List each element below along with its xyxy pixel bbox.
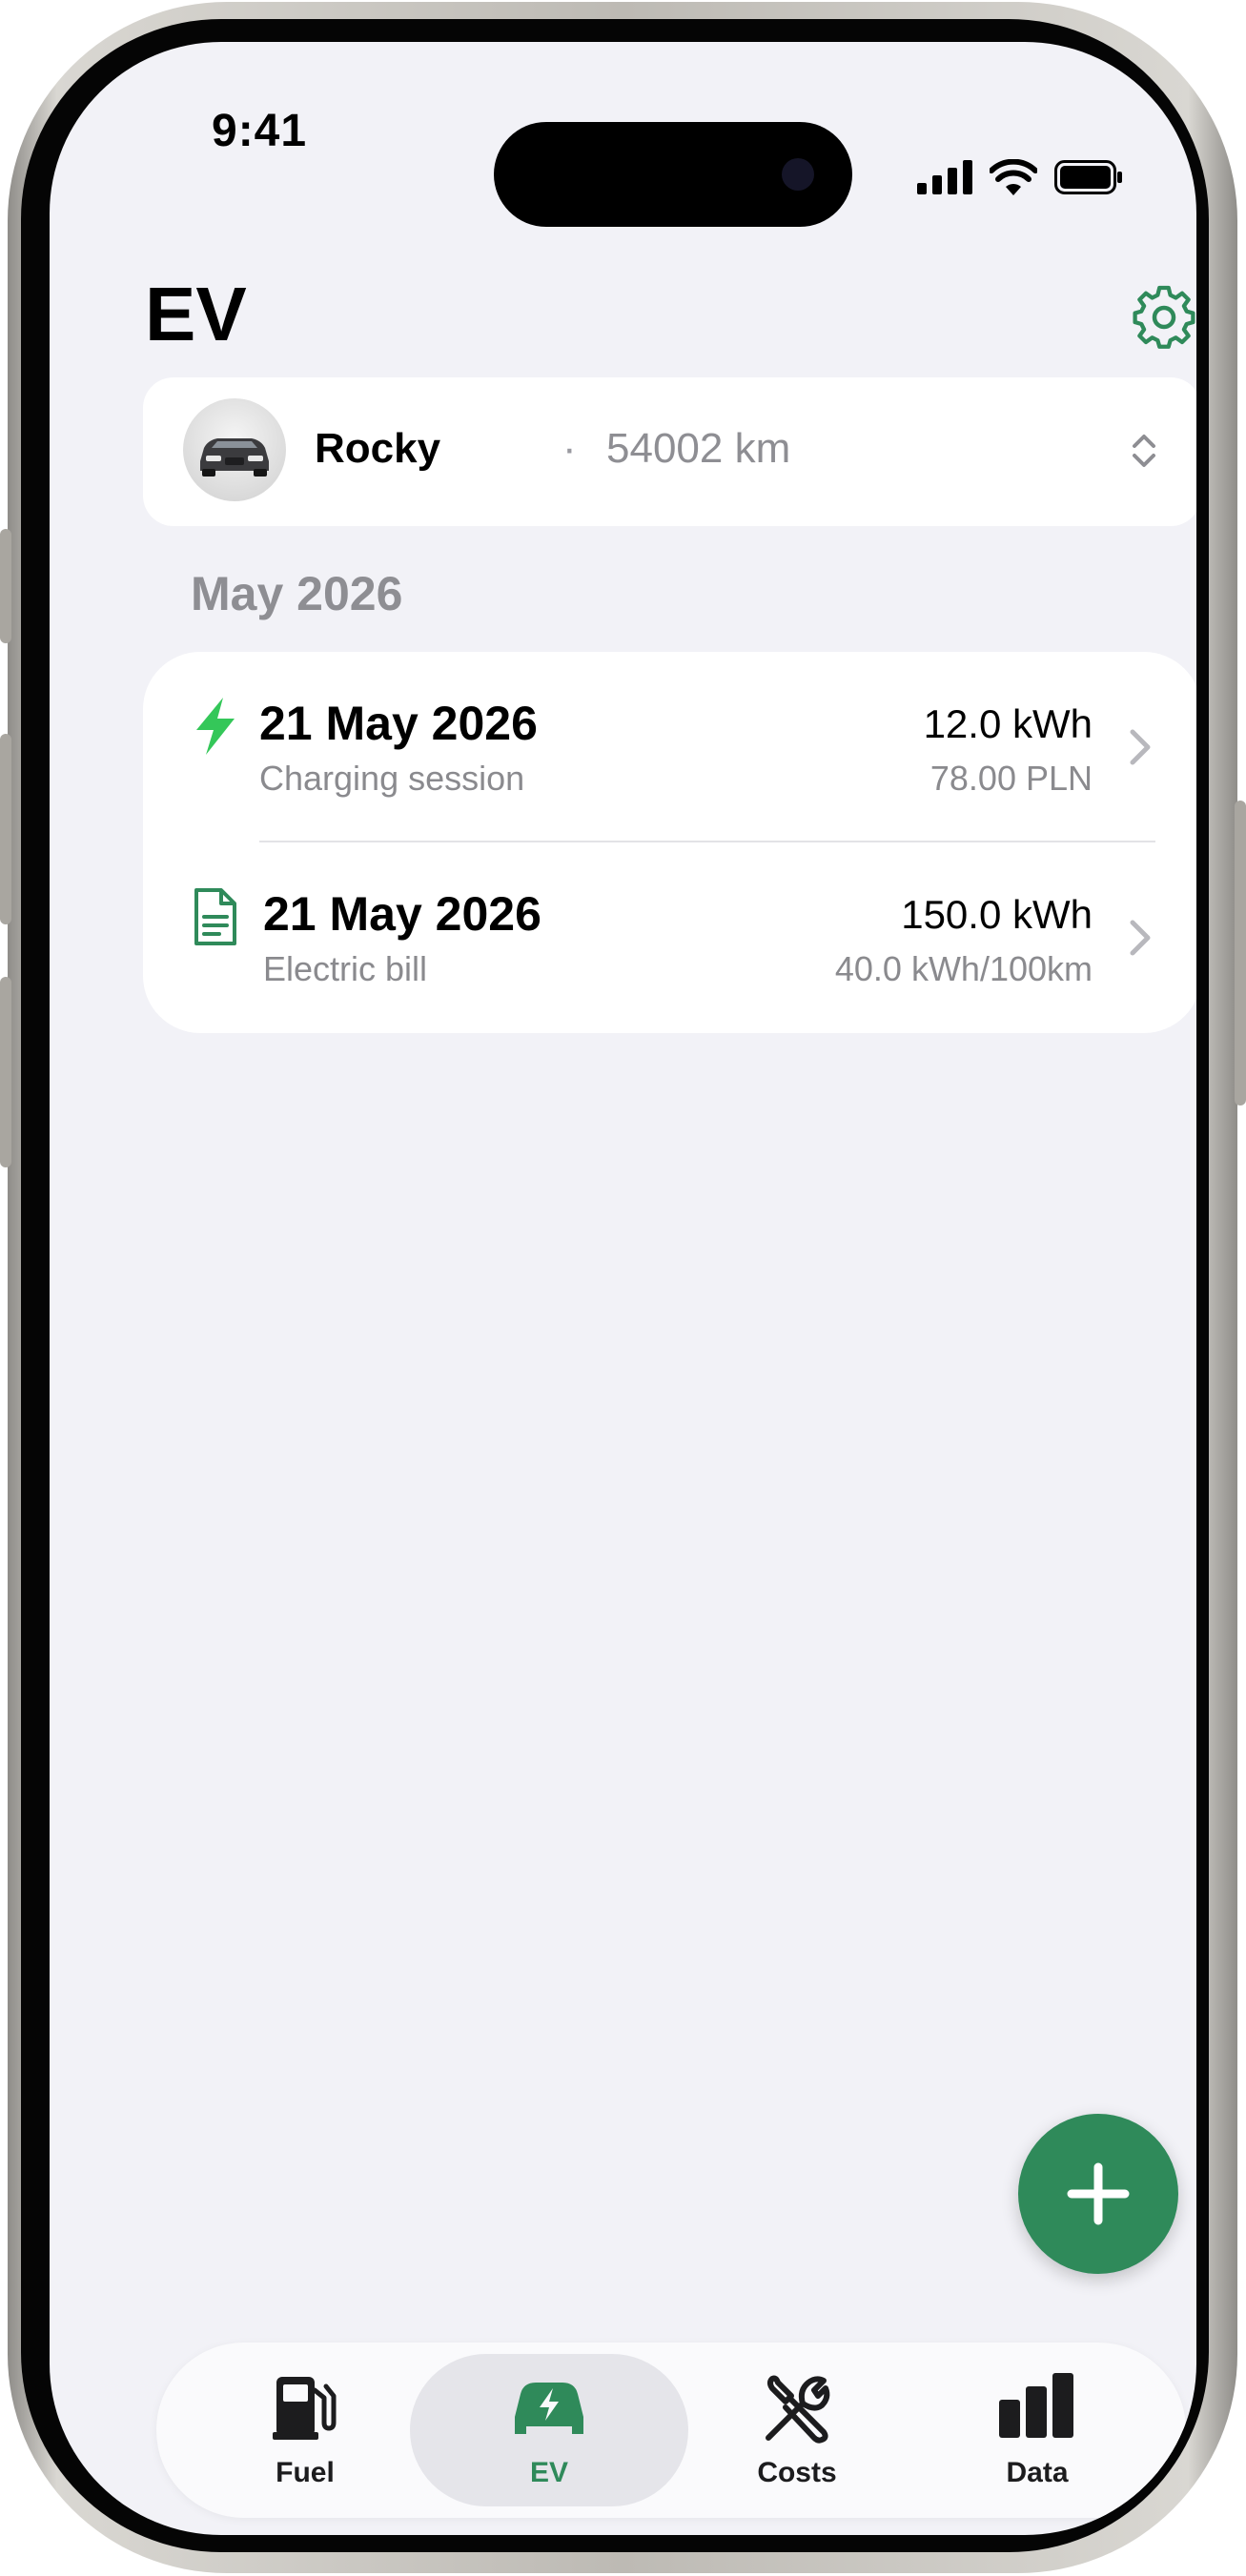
separator-dot: · bbox=[562, 425, 577, 472]
tools-icon bbox=[766, 2375, 830, 2444]
entry-date: 21 May 2026 bbox=[263, 887, 541, 941]
dynamic-island bbox=[494, 122, 852, 227]
app-screen: 9:41 EV Rocky · 54002 km May 2026 21 May… bbox=[50, 42, 1196, 2535]
tab-label: EV bbox=[529, 2457, 569, 2488]
list-item-charging-session[interactable]: 21 May 2026 Charging session 12.0 kWh 78… bbox=[143, 652, 1196, 842]
entry-cost: 78.00 PLN bbox=[929, 759, 1093, 798]
battery-icon bbox=[1054, 160, 1122, 194]
add-entry-button[interactable] bbox=[1018, 2114, 1178, 2274]
ev-car-icon bbox=[515, 2383, 583, 2434]
entry-energy: 12.0 kWh bbox=[923, 701, 1093, 746]
status-time: 9:41 bbox=[212, 106, 308, 156]
section-title-month: May 2026 bbox=[191, 567, 403, 620]
tab-ev[interactable]: EV bbox=[425, 2343, 673, 2518]
plus-icon bbox=[1067, 2162, 1130, 2225]
vehicle-name: Rocky bbox=[315, 425, 441, 472]
entry-date: 21 May 2026 bbox=[259, 697, 538, 750]
entry-type: Electric bill bbox=[263, 949, 428, 988]
entry-type: Charging session bbox=[259, 759, 525, 798]
car-photo-icon bbox=[200, 438, 269, 477]
tab-data[interactable]: Data bbox=[913, 2343, 1161, 2518]
side-button bbox=[1235, 801, 1246, 1105]
tab-label: Data bbox=[1006, 2457, 1069, 2488]
volume-up-button bbox=[0, 734, 11, 924]
page-title: EV bbox=[145, 272, 247, 356]
chevron-up-down-icon bbox=[1133, 435, 1155, 467]
fuel-pump-icon bbox=[273, 2377, 337, 2440]
status-icons bbox=[917, 156, 1123, 198]
action-button bbox=[0, 529, 11, 643]
tab-costs[interactable]: Costs bbox=[673, 2343, 921, 2518]
cellular-signal-icon bbox=[917, 160, 972, 194]
bar-chart-icon bbox=[999, 2373, 1073, 2438]
chevron-right-icon bbox=[1130, 729, 1151, 765]
entries-list: 21 May 2026 Charging session 12.0 kWh 78… bbox=[143, 652, 1196, 1033]
gear-icon bbox=[1133, 285, 1195, 349]
document-icon bbox=[194, 888, 236, 945]
vehicle-selector[interactable]: Rocky · 54002 km bbox=[143, 377, 1196, 526]
tab-label: Fuel bbox=[276, 2457, 335, 2488]
list-item-electric-bill[interactable]: 21 May 2026 Electric bill 150.0 kWh 40.0… bbox=[143, 842, 1196, 1033]
tab-label: Costs bbox=[757, 2457, 837, 2488]
wifi-icon bbox=[990, 159, 1037, 195]
tab-fuel[interactable]: Fuel bbox=[181, 2343, 429, 2518]
entry-energy: 150.0 kWh bbox=[901, 892, 1093, 937]
lightning-bolt-icon bbox=[196, 698, 235, 755]
entry-efficiency: 40.0 kWh/100km bbox=[834, 949, 1093, 988]
vehicle-odometer: 54002 km bbox=[606, 425, 791, 472]
tab-bar: Fuel EV Costs Data bbox=[156, 2343, 1186, 2518]
vehicle-avatar bbox=[183, 398, 286, 501]
volume-down-button bbox=[0, 977, 11, 1167]
camera-icon bbox=[782, 158, 814, 191]
settings-button[interactable] bbox=[1131, 284, 1196, 351]
chevron-right-icon bbox=[1130, 920, 1151, 956]
